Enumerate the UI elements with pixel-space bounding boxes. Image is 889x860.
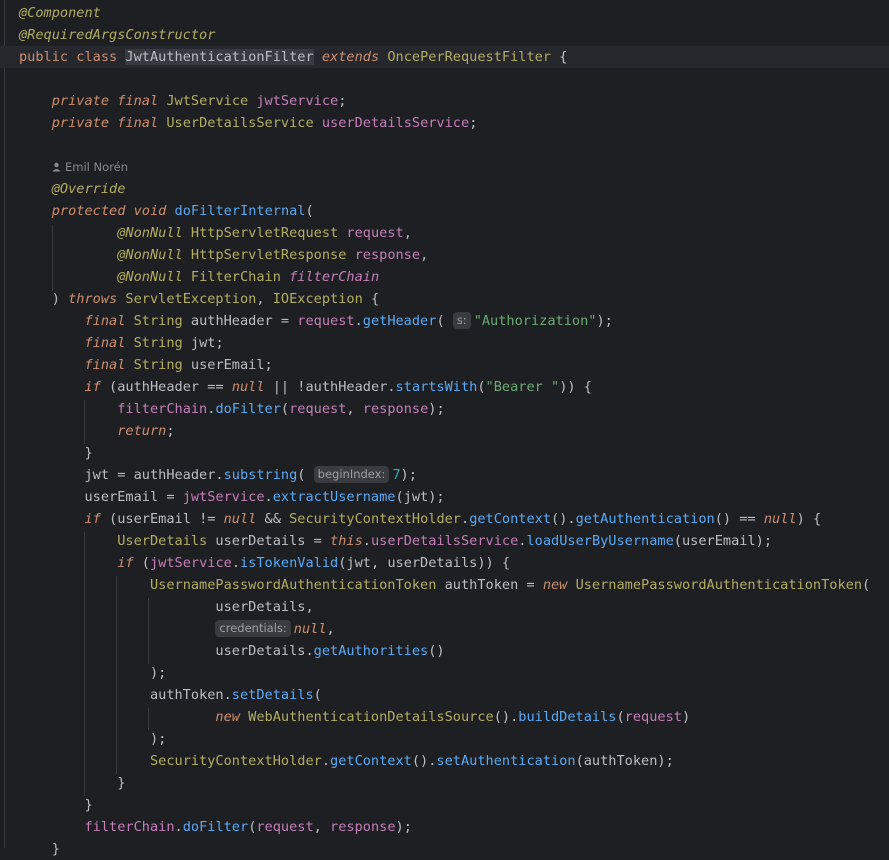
code-line[interactable]: @Override (19, 178, 126, 200)
code-line[interactable]: ) throws ServletException, IOException { (19, 288, 379, 310)
code-line[interactable]: private final JwtService jwtService; (19, 90, 347, 112)
param-hint: credentials: (215, 620, 291, 637)
code-line[interactable]: @Component (19, 2, 101, 24)
code-line[interactable]: } (19, 838, 60, 860)
code-line[interactable]: jwt = authHeader.substring( beginIndex: 7… (19, 464, 417, 486)
code-line[interactable]: } (19, 772, 125, 794)
code-line[interactable]: ); (19, 728, 166, 750)
code-line[interactable]: if (authHeader == null || !authHeader.st… (19, 376, 591, 398)
code-line[interactable]: final String userEmail; (19, 354, 272, 376)
code-line[interactable]: credentials: null, (19, 618, 335, 640)
code-line[interactable]: @NonNull HttpServletResponse response, (19, 244, 428, 266)
code-line[interactable]: final String jwt; (19, 332, 223, 354)
code-line[interactable]: } (19, 794, 92, 816)
code-editor[interactable]: @Component @RequiredArgsConstructor publ… (0, 0, 889, 857)
code-line[interactable]: UsernamePasswordAuthenticationToken auth… (19, 574, 870, 596)
code-line[interactable]: filterChain.doFilter(request, response); (19, 398, 444, 420)
code-line[interactable]: if (userEmail != null && SecurityContext… (19, 508, 821, 530)
code-line[interactable]: @RequiredArgsConstructor (19, 24, 215, 46)
gutter-border (4, 0, 5, 848)
code-line[interactable]: protected void doFilterInternal( (19, 200, 314, 222)
code-text: @Component (19, 5, 101, 21)
code-line[interactable]: } (19, 442, 92, 464)
person-icon (52, 158, 62, 178)
code-line[interactable]: if (jwtService.isTokenValid(jwt, userDet… (19, 552, 510, 574)
param-hint: s: (452, 312, 471, 329)
code-line[interactable]: userDetails.getAuthorities() (19, 640, 444, 662)
code-line[interactable]: ); (19, 662, 166, 684)
author-inlay-hint[interactable]: Emil Norén (52, 157, 128, 177)
code-line[interactable]: new WebAuthenticationDetailsSource().bui… (19, 706, 690, 728)
code-line[interactable]: return; (19, 420, 174, 442)
code-line[interactable]: @NonNull HttpServletRequest request, (19, 222, 412, 244)
code-line[interactable]: UserDetails userDetails = this.userDetai… (19, 530, 772, 552)
author-name: Emil Norén (65, 160, 128, 174)
code-line[interactable]: SecurityContextHolder.getContext().setAu… (19, 750, 674, 772)
code-line[interactable]: private final UserDetailsService userDet… (19, 112, 478, 134)
code-line[interactable]: userDetails, (19, 596, 313, 618)
code-text: @RequiredArgsConstructor (19, 27, 216, 43)
param-hint: beginIndex: (313, 466, 390, 483)
code-line[interactable]: final String authHeader = request.getHea… (19, 310, 613, 332)
code-line[interactable]: authToken.setDetails( (19, 684, 322, 706)
code-line[interactable]: userEmail = jwtService.extractUsername(j… (19, 486, 444, 508)
code-line[interactable]: public class JwtAuthenticationFilter ext… (19, 46, 567, 68)
code-line[interactable]: @NonNull FilterChain filterChain (19, 266, 379, 288)
code-line[interactable]: filterChain.doFilter(request, response); (19, 816, 411, 838)
